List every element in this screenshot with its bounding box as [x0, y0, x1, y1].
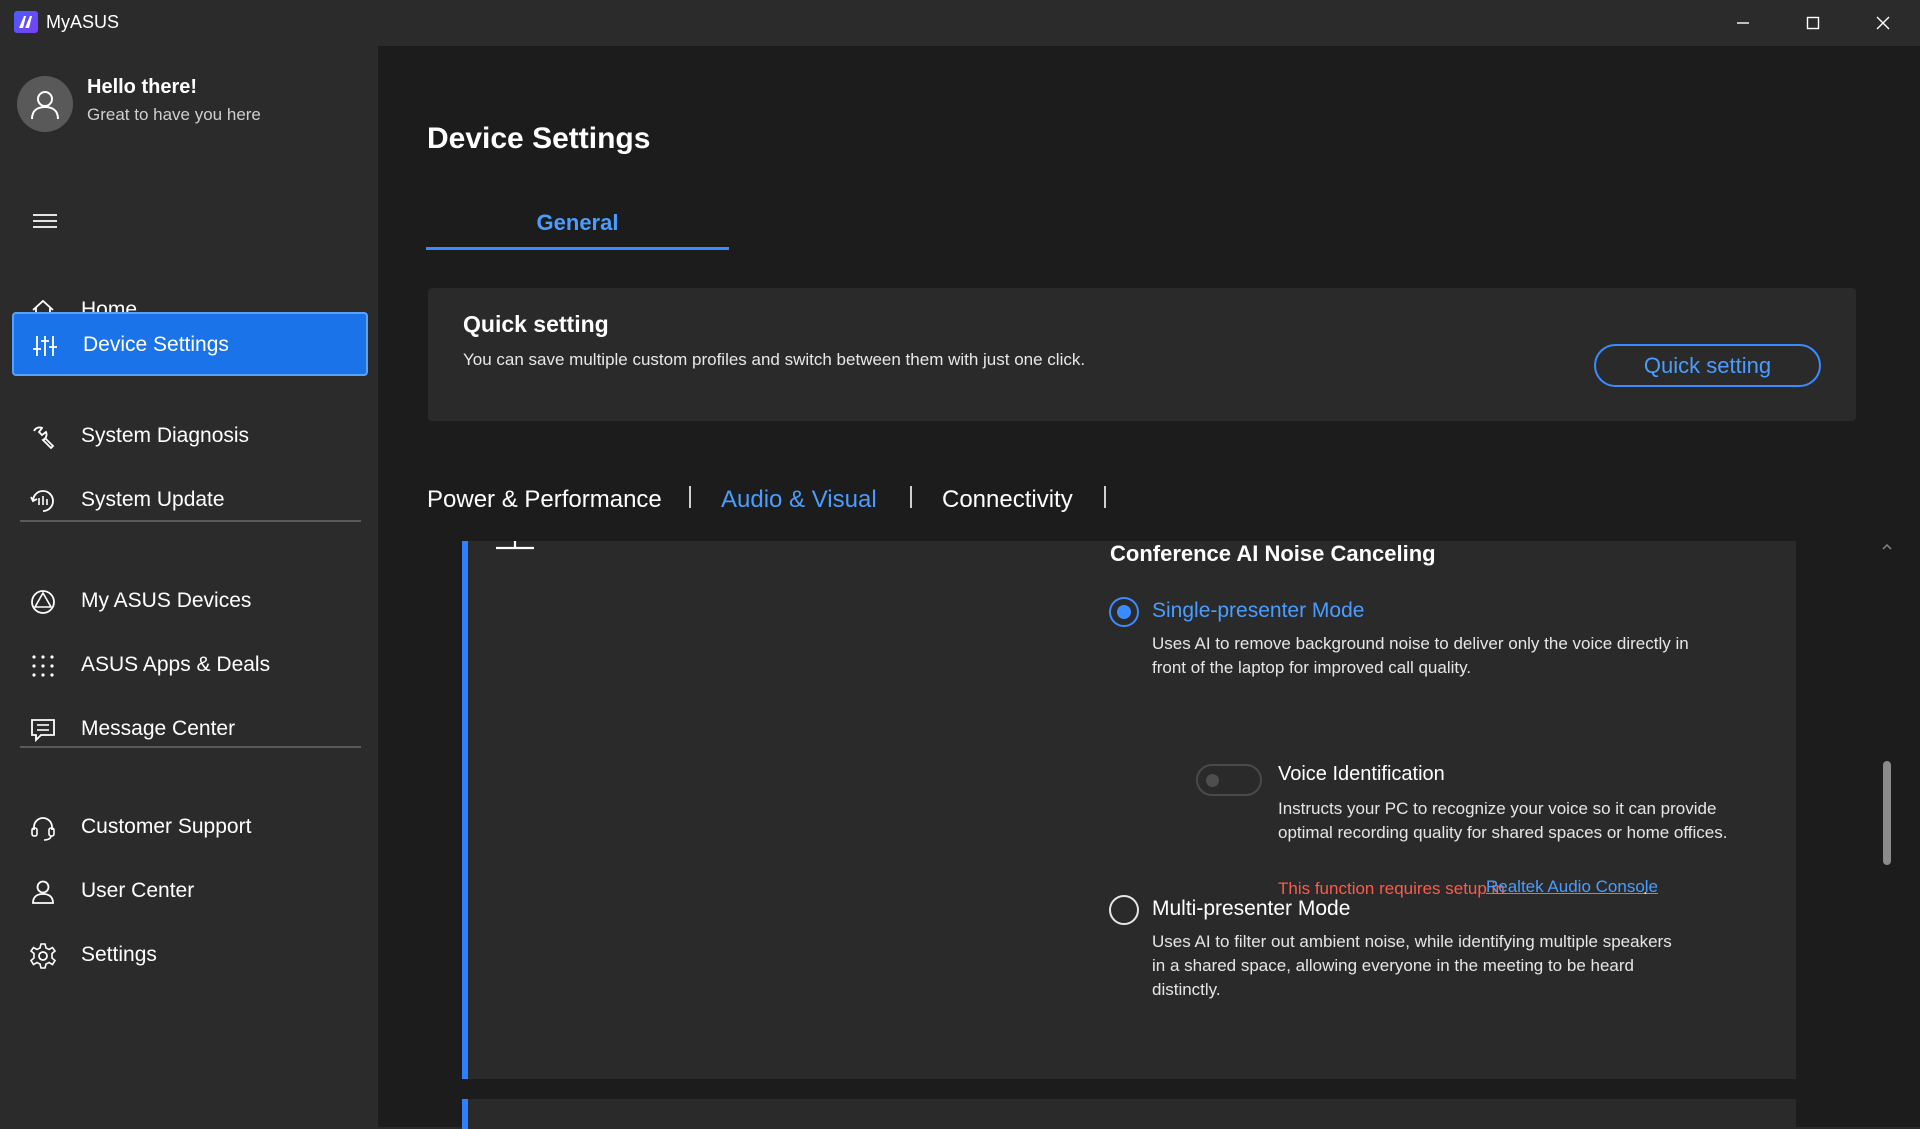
voice-identification-toggle[interactable] [1196, 764, 1262, 796]
sidebar-divider [20, 520, 361, 522]
maximize-button[interactable] [1778, 0, 1848, 46]
sidebar-item-label: Message Center [81, 717, 236, 740]
voice-identification-description: Instructs your PC to recognize your voic… [1278, 799, 1728, 842]
quick-setting-button[interactable]: Quick setting [1594, 344, 1821, 387]
minimize-button[interactable] [1708, 0, 1778, 46]
next-settings-panel [462, 1099, 1796, 1129]
single-presenter-description: Uses AI to remove background noise to de… [1152, 634, 1689, 677]
tab-power-performance[interactable]: Power & Performance [427, 486, 662, 514]
scrollbar-thumb[interactable] [1883, 761, 1891, 865]
panel-accent-bar [462, 1099, 468, 1129]
devices-icon [28, 587, 58, 617]
sidebar-item-label: Settings [81, 943, 157, 966]
update-icon [28, 486, 58, 516]
greeting-title: Hello there! [87, 76, 198, 98]
myasus-logo-icon [14, 11, 38, 33]
setup-warning: This function requires setup in [1278, 879, 1505, 898]
close-icon [1876, 16, 1890, 30]
sidebar-item-message-center[interactable]: Message Center [12, 698, 368, 760]
sidebar-item-customer-support[interactable]: Customer Support [12, 796, 368, 858]
sidebar-item-settings[interactable]: Settings [12, 924, 368, 986]
multi-presenter-description: Uses AI to filter out ambient noise, whi… [1152, 932, 1672, 999]
tab-active-indicator [426, 247, 729, 250]
realtek-audio-console-link[interactable]: Realtek Audio Console [1486, 877, 1658, 897]
app-title: MyASUS [46, 12, 120, 32]
sliders-icon [30, 331, 60, 361]
sidebar-item-user-center[interactable]: User Center [12, 860, 368, 922]
tab-separator [1104, 486, 1106, 508]
multi-presenter-label[interactable]: Multi-presenter Mode [1152, 897, 1350, 921]
avatar[interactable] [17, 76, 73, 132]
single-presenter-radio[interactable] [1109, 597, 1139, 627]
wrench-icon [28, 422, 58, 452]
sidebar-item-label: System Update [81, 488, 225, 511]
panel-accent-bar [462, 541, 468, 1079]
sidebar-item-label: User Center [81, 879, 195, 902]
quick-setting-card: Quick setting You can save multiple cust… [428, 288, 1856, 421]
headset-icon [28, 813, 58, 843]
user-avatar-icon [31, 91, 59, 120]
sidebar-item-label: Device Settings [83, 333, 229, 356]
menu-toggle-button[interactable] [30, 206, 60, 236]
section-marker-icon [496, 541, 534, 550]
minimize-icon [1737, 22, 1749, 24]
sidebar-item-label: ASUS Apps & Deals [81, 653, 271, 676]
hamburger-icon [33, 214, 57, 228]
close-button[interactable] [1848, 0, 1918, 46]
user-icon [28, 877, 58, 907]
scroll-up-arrow-icon [1882, 544, 1892, 550]
main-content: Device Settings General Quick setting Yo… [378, 46, 1920, 1129]
page-title: Device Settings [427, 122, 651, 155]
sidebar-divider [20, 746, 361, 748]
sidebar-item-system-diagnosis[interactable]: System Diagnosis [12, 405, 368, 467]
multi-presenter-radio[interactable] [1109, 895, 1139, 925]
tab-general[interactable]: General [426, 210, 729, 248]
sidebar-item-label: My ASUS Devices [81, 589, 252, 612]
gear-icon [28, 941, 58, 971]
tab-separator [689, 486, 691, 508]
tab-connectivity[interactable]: Connectivity [942, 486, 1073, 514]
warning-period: . [1643, 879, 1648, 898]
voice-identification-label: Voice Identification [1278, 763, 1445, 785]
tab-separator [910, 486, 912, 508]
title-bar: MyASUS [0, 0, 1920, 46]
sidebar: Hello there! Great to have you here Home [0, 46, 378, 1127]
quick-setting-description: You can save multiple custom profiles an… [463, 350, 1086, 369]
greeting-subtitle: Great to have you here [87, 105, 261, 124]
tab-audio-visual[interactable]: Audio & Visual [721, 486, 877, 514]
apps-grid-icon [28, 651, 58, 681]
scrollbar[interactable] [1881, 541, 1893, 1127]
message-icon [28, 715, 58, 745]
sidebar-item-device-settings[interactable]: Device Settings [12, 312, 368, 376]
sidebar-item-asus-apps-deals[interactable]: ASUS Apps & Deals [12, 634, 368, 696]
quick-setting-title: Quick setting [463, 311, 609, 337]
single-presenter-label[interactable]: Single-presenter Mode [1152, 599, 1364, 623]
sidebar-item-label: Customer Support [81, 815, 252, 838]
sidebar-item-my-asus-devices[interactable]: My ASUS Devices [12, 570, 368, 632]
noise-canceling-title: Conference AI Noise Canceling [1110, 541, 1436, 566]
noise-canceling-panel: Conference AI Noise Canceling Single-pre… [462, 541, 1796, 1079]
maximize-icon [1806, 16, 1820, 30]
app-window: MyASUS Hello there! Great to have you he… [0, 0, 1920, 1129]
sidebar-item-label: System Diagnosis [81, 424, 250, 447]
